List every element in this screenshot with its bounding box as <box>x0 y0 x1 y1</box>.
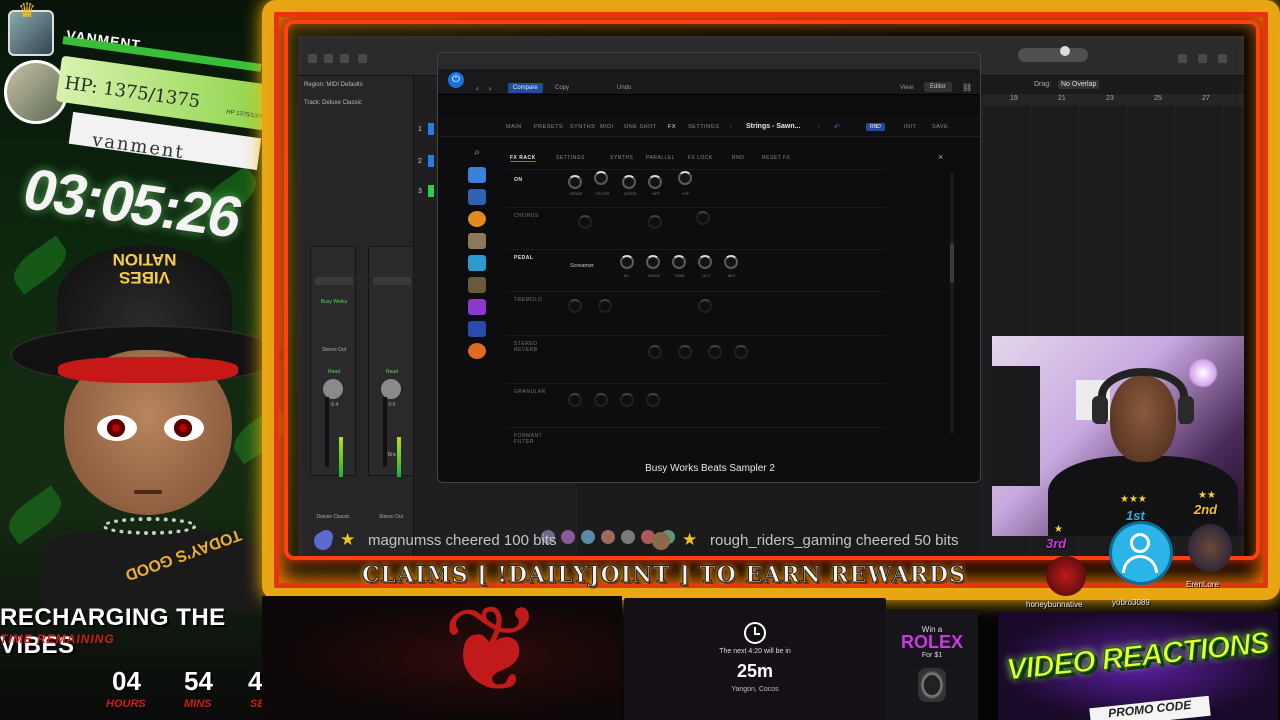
star-icon: ★★ <box>1198 490 1216 501</box>
ticker-message: magnumss cheered 100 bits <box>368 532 557 549</box>
profile-card: ♛ VANMENT HP: 1375/1375 HP 1375/1375 van… <box>0 0 271 171</box>
star-icon: ★ <box>340 530 356 549</box>
cannabis-decoration: ❦ <box>262 596 622 720</box>
leaderboard-name: honeybunnative <box>1026 600 1083 609</box>
countdown-mins-label: MINS <box>184 698 212 710</box>
alarm-clock-hand <box>754 633 760 635</box>
user-icon-head <box>1130 533 1150 553</box>
leaderboard-name: ErenLore <box>1186 580 1219 589</box>
mascot-illustration: VIBES NATION TODAY'S GOOD <box>2 245 294 610</box>
claims-banner: CLAIMS [ !DAILYJOINT ] TO EARN REWARDS <box>362 562 966 589</box>
rolex-brand: ROLEX <box>900 632 963 652</box>
mascot-mouth <box>134 490 162 494</box>
alarm-time: 25m <box>736 661 774 681</box>
leaderboard-name: yobro3089 <box>1112 598 1150 607</box>
avatar <box>1046 556 1086 596</box>
countdown-mins: 54 <box>184 666 213 696</box>
mascot-headband <box>58 357 238 383</box>
stream-timer: 03:05:26 <box>16 156 249 251</box>
ticker-user-icon <box>314 532 332 550</box>
star-icon: ★ <box>1054 524 1063 535</box>
avatar <box>1188 524 1232 572</box>
ticker-message: rough_riders_gaming cheered 50 bits <box>710 532 959 549</box>
left-overlay-panel: ♛ VANMENT HP: 1375/1375 HP 1375/1375 van… <box>0 0 294 720</box>
rolex-price: For $1 <box>921 652 943 659</box>
hat-text: NATION <box>112 250 177 269</box>
alarm-text: The next 4:20 will be in <box>719 648 791 655</box>
rank-label: 2nd <box>1194 502 1218 517</box>
ticker-user-icon <box>652 532 670 550</box>
hat-text: VIBES <box>118 268 171 287</box>
mascot-eye <box>97 415 137 441</box>
stream-overlay: ♛ VANMENT HP: 1375/1375 HP 1375/1375 van… <box>0 0 1280 720</box>
leaf-icon: ❦ <box>442 596 543 717</box>
rank-label: 1st <box>1126 508 1145 523</box>
four-twenty-widget <box>624 598 886 720</box>
star-icon: ★★★ <box>1120 494 1147 505</box>
chat-ticker: ★ magnumss cheered 100 bits ★ rough_ride… <box>306 528 1096 554</box>
mascot-eye <box>164 415 204 441</box>
countdown-subtitle: TIME REMAINING <box>0 632 115 646</box>
star-icon: ★ <box>682 530 698 549</box>
countdown-hours: 04 <box>112 666 141 696</box>
rank-label: 3rd <box>1046 536 1067 551</box>
mascot-chain <box>102 517 197 535</box>
countdown-hours-label: HOURS <box>106 698 146 710</box>
neon-frame-inner <box>284 20 1260 560</box>
watch-icon <box>918 668 946 702</box>
alarm-location: Yangon, Cocos <box>731 686 779 693</box>
crown-icon: ♛ <box>18 0 36 22</box>
